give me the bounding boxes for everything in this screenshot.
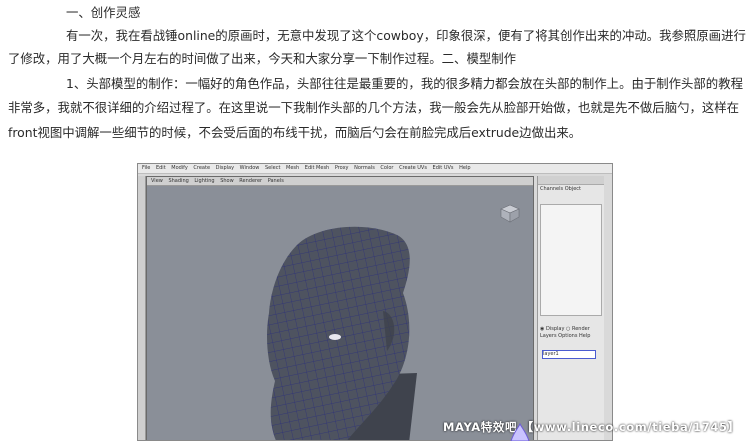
view-menu-item: Renderer xyxy=(239,178,263,184)
tab-display: Display xyxy=(545,326,565,332)
side-toolbar xyxy=(538,176,604,185)
menu-item: Proxy xyxy=(334,165,349,171)
menu-item: Create UVs xyxy=(399,165,427,171)
watermark-text: MAYA特效吧 【www.lineco.com/tieba/1745】 xyxy=(443,420,740,434)
3d-viewport: View Shading Lighting Show Renderer Pane… xyxy=(146,176,534,440)
menu-item: Color xyxy=(380,165,394,171)
layer-menu-item: Help xyxy=(579,333,591,339)
paragraph-2-line-3: front视图中调解一些细节的时候，不会受后面的布线干扰，而脑后勺会在前脸完成后… xyxy=(8,125,582,140)
layer-name: layer1 xyxy=(543,351,559,357)
maya-menubar: File Edit Modify Create Display Window S… xyxy=(138,164,612,174)
menu-item: Help xyxy=(459,165,471,171)
layer-menu-item: Options xyxy=(558,333,578,339)
tab-object: Object xyxy=(564,186,582,192)
head-wireframe-model xyxy=(267,226,417,440)
channel-box-panel: Channels Object ◉ Display ○ Render Layer… xyxy=(537,176,604,440)
paragraph-1-line-2: 了修改，用了大概一个月左右的时间做了出来，今天和大家分享一下制作过程。二、模型制… xyxy=(8,51,517,66)
layer-tabs: ◉ Display ○ Render xyxy=(540,326,600,333)
view-menu-item: Show xyxy=(220,178,234,184)
menu-item: Edit Mesh xyxy=(304,165,330,171)
menu-item: Normals xyxy=(354,165,375,171)
menu-item: Edit xyxy=(155,165,166,171)
view-menu-item: Shading xyxy=(168,178,189,184)
tab-channels: Channels xyxy=(540,186,564,192)
menu-item: File xyxy=(142,165,151,171)
paragraph-1-line-1: 有一次，我在看战锤online的原画时，无意中发现了这个cowboy，印象很深，… xyxy=(66,28,746,43)
menu-item: Mesh xyxy=(286,165,300,171)
layer-row: layer1 xyxy=(542,350,596,359)
menu-item: Select xyxy=(264,165,281,171)
menu-item: Window xyxy=(239,165,260,171)
view-menu-item: View xyxy=(151,178,163,184)
menu-item: Create xyxy=(193,165,211,171)
channel-list xyxy=(540,204,602,316)
watermark-logo-icon xyxy=(510,422,530,441)
channel-tabs: Channels Object xyxy=(538,185,604,193)
menu-item: Modify xyxy=(171,165,188,171)
section-heading-inspiration: 一、创作灵感 xyxy=(66,5,141,20)
render-radio-icon: ○ xyxy=(566,326,571,332)
tool-strip xyxy=(138,176,146,440)
view-menu-item: Lighting xyxy=(194,178,215,184)
view-menu-item: Panels xyxy=(267,178,284,184)
menu-item: Display xyxy=(215,165,235,171)
display-radio-icon: ◉ xyxy=(540,326,545,332)
paragraph-2-line-1: 1、头部模型的制作：一幅好的角色作品，头部往往是最重要的，我的很多精力都会放在头… xyxy=(66,76,743,91)
maya-screenshot-image: File Edit Modify Create Display Window S… xyxy=(137,163,613,441)
layer-menu-item: Layers xyxy=(540,333,557,339)
menu-item: Edit UVs xyxy=(432,165,454,171)
tab-render: Render xyxy=(571,326,590,332)
layer-menu: Layers Options Help xyxy=(540,333,600,340)
paragraph-2-line-2: 非常多，我就不很详细的介绍过程了。在这里说一下我制作头部的几个方法，我一般会先从… xyxy=(8,100,740,115)
